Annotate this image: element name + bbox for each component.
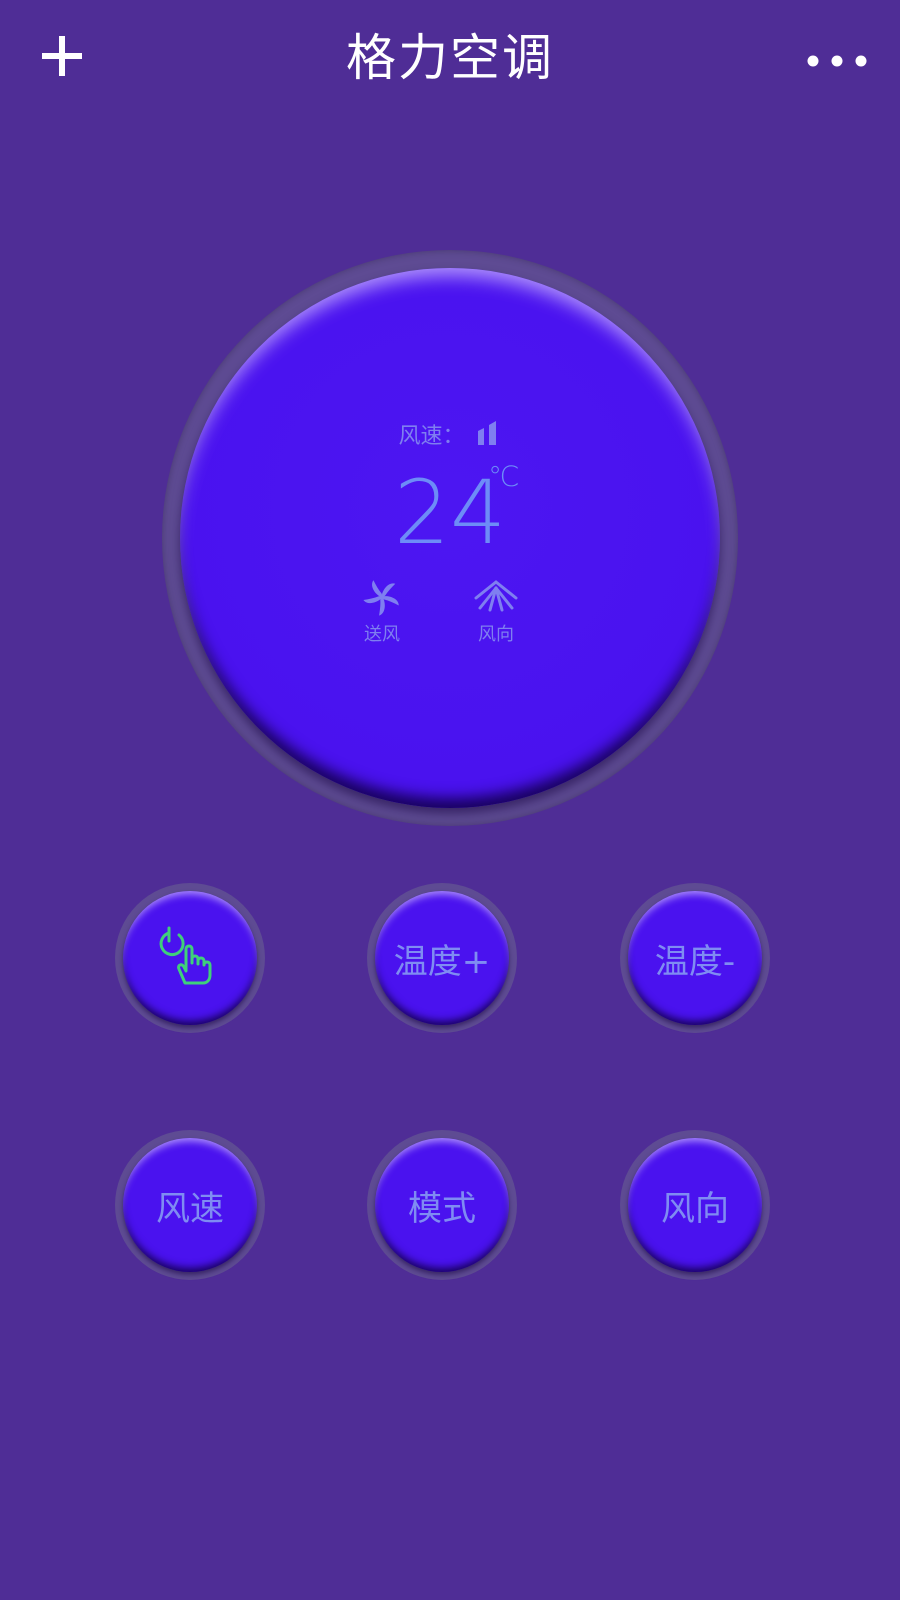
mode-button[interactable]: 模式 (375, 1138, 509, 1272)
power-button[interactable] (123, 891, 257, 1025)
temperature-unit: ℃ (488, 460, 520, 493)
page-title: 格力空调 (346, 29, 554, 87)
temperature-down-button[interactable]: 温度- (628, 891, 762, 1025)
power-button-frame (115, 883, 265, 1033)
temperature-display: 24 ℃ (180, 460, 720, 563)
wind-speed-button[interactable]: 风速 (123, 1138, 257, 1272)
temp-down-button-frame: 温度- (620, 883, 770, 1033)
wind-direction-button[interactable]: 风向 (628, 1138, 762, 1272)
header: 格力空调 (0, 0, 900, 120)
temperature-up-button[interactable]: 温度+ (375, 891, 509, 1025)
power-touch-icon (159, 926, 212, 985)
mode-indicator: 送风 (342, 578, 422, 646)
mode-button-frame: 模式 (367, 1130, 517, 1280)
wind-direction-icon (474, 580, 518, 612)
temp-up-button-frame: 温度+ (367, 883, 517, 1033)
more-dots-icon (807, 55, 867, 67)
more-button[interactable] (804, 46, 870, 76)
wind-speed-button-frame: 风速 (115, 1130, 265, 1280)
wind-direction-button-frame: 风向 (620, 1130, 770, 1280)
remote-screen: 格力空调 风速： 24 ℃ 送风 风向 温度+ 温度- 风速 模式 风向 (0, 0, 900, 1600)
mode-label: 送风 (364, 624, 400, 645)
signal-bars-icon (477, 421, 496, 445)
wind-speed-indicator: 风速： (180, 418, 720, 450)
wind-speed-label: 风速： (398, 424, 465, 449)
fan-icon (363, 580, 399, 616)
direction-label: 风向 (478, 624, 514, 645)
direction-indicator: 风向 (456, 578, 536, 646)
status-display: 风速： 24 ℃ 送风 风向 (180, 268, 720, 808)
